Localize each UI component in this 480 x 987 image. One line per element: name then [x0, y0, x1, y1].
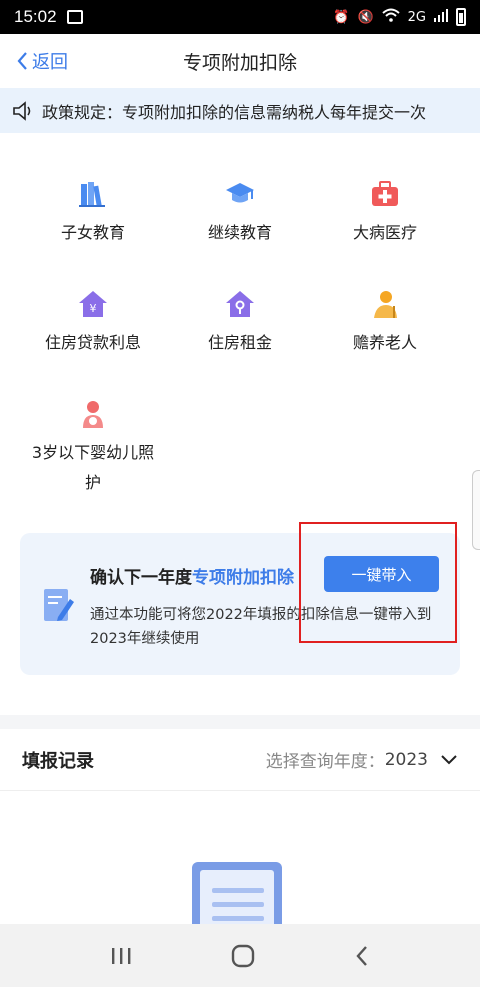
section-divider — [0, 715, 480, 729]
one-click-import-button[interactable]: 一键带入 — [324, 556, 439, 592]
image-notification-icon — [66, 10, 83, 24]
import-confirm-card: 确认下一年度专项附加扣除 一键带入 通过本功能可将您2022年填报的扣除信息一键… — [20, 533, 460, 675]
books-icon — [79, 182, 105, 207]
medical-kit-icon — [372, 181, 398, 206]
back-label: 返回 — [32, 52, 68, 73]
card-heading: 确认下一年度专项附加扣除 — [90, 563, 294, 588]
category-label: 子女教育 — [60, 223, 125, 242]
recent-apps-icon[interactable] — [110, 946, 132, 966]
battery-icon — [456, 8, 466, 26]
policy-notice: 政策规定：专项附加扣除的信息需纳税人每年提交一次 — [0, 88, 480, 133]
year-selector[interactable]: 选择查询年度： 2023 — [266, 747, 458, 772]
system-navigation-bar — [0, 924, 480, 987]
category-label: 住房贷款利息 — [44, 333, 141, 352]
category-label: 赡养老人 — [352, 333, 417, 352]
category-label-line1: 3岁以下婴幼儿照 — [31, 443, 155, 462]
home-icon[interactable] — [231, 944, 255, 968]
empty-records-illustration — [192, 862, 282, 940]
category-label: 继续教育 — [207, 223, 272, 242]
chevron-down-icon — [441, 754, 457, 764]
document-edit-icon — [44, 589, 74, 621]
network-type: 2G — [407, 9, 426, 25]
chevron-left-icon — [17, 52, 27, 70]
records-header: 填报记录 选择查询年度： 2023 — [0, 729, 480, 791]
illustration-line — [212, 916, 264, 921]
side-scroll-handle[interactable] — [472, 470, 480, 550]
category-children-education[interactable]: 子女教育 — [18, 178, 168, 248]
signal-icon — [434, 8, 448, 26]
year-label: 选择查询年度： — [265, 752, 385, 772]
back-nav-icon[interactable] — [354, 945, 370, 967]
illustration-line — [212, 902, 264, 907]
back-button[interactable]: 返回 — [16, 34, 68, 88]
card-heading-highlight: 专项附加扣除 — [192, 568, 294, 588]
card-heading-prefix: 确认下一年度 — [90, 568, 192, 588]
records-title: 填报记录 — [22, 750, 94, 772]
svg-text:¥: ¥ — [90, 302, 97, 315]
page-title: 专项附加扣除 — [182, 51, 297, 74]
wifi-icon — [381, 8, 400, 26]
category-label-line2: 护 — [84, 473, 101, 492]
notice-text: 政策规定：专项附加扣除的信息需纳税人每年提交一次 — [42, 102, 427, 122]
status-bar: 15:02 ⏰ 🔇 2G — [0, 0, 480, 34]
category-grid: 子女教育 继续教育 大病医疗 ¥ 住房贷款利息 住房租金 赡养老人 3岁以下婴幼… — [0, 133, 480, 513]
card-description: 通过本功能可将您2022年填报的扣除信息一键带入到2023年继续使用 — [90, 607, 432, 647]
category-supporting-elderly[interactable]: 赡养老人 — [310, 288, 460, 358]
mother-baby-icon — [83, 401, 103, 428]
house-key-icon — [226, 291, 254, 317]
status-icons: ⏰ 🔇 2G — [333, 8, 466, 26]
graduation-cap-icon — [226, 183, 254, 203]
category-infant-care[interactable]: 3岁以下婴幼儿照 护 — [18, 398, 168, 498]
category-housing-loan-interest[interactable]: ¥ 住房贷款利息 — [18, 288, 168, 358]
speaker-icon — [13, 100, 31, 121]
alarm-icon: ⏰ — [333, 9, 350, 25]
elderly-icon — [374, 291, 397, 318]
year-value: 2023 — [384, 749, 428, 770]
house-loan-icon: ¥ — [79, 291, 107, 317]
illustration-line — [212, 888, 264, 893]
category-label: 大病医疗 — [352, 223, 417, 242]
mute-icon: 🔇 — [357, 9, 374, 25]
category-label: 住房租金 — [207, 333, 272, 352]
status-time: 15:02 — [14, 7, 57, 26]
header: 返回 专项附加扣除 — [0, 34, 480, 88]
category-serious-illness[interactable]: 大病医疗 — [310, 178, 460, 248]
category-housing-rent[interactable]: 住房租金 — [165, 288, 315, 358]
category-continuing-education[interactable]: 继续教育 — [165, 178, 315, 248]
